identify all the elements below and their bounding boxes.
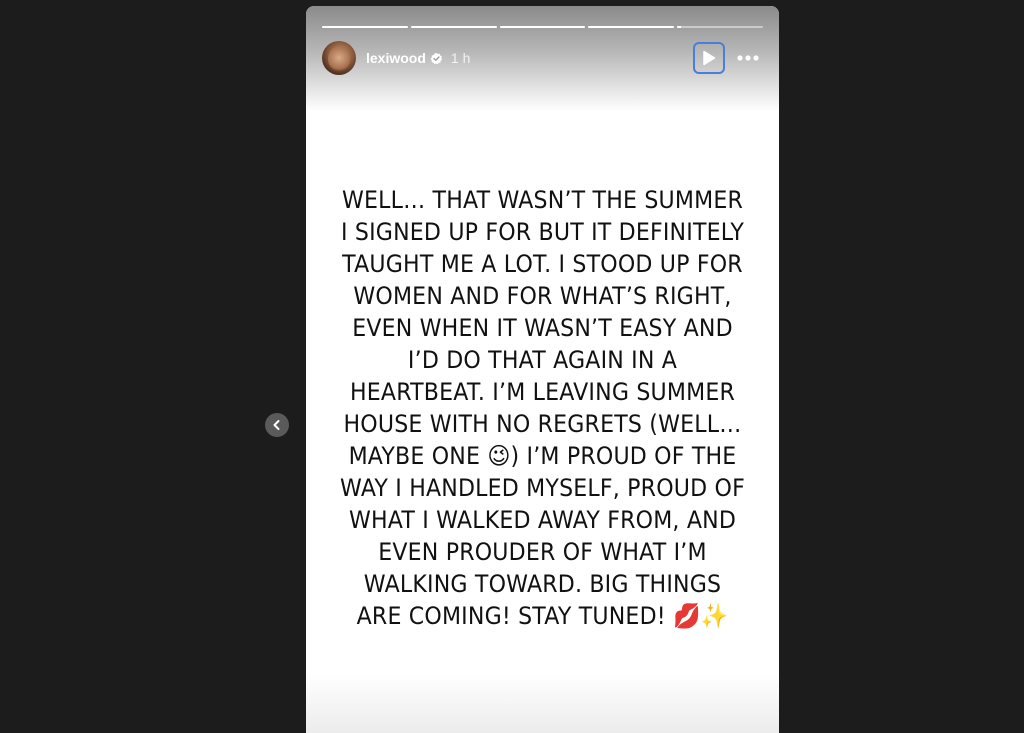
story-bottom-fade (306, 673, 779, 733)
progress-segment-fill (322, 26, 408, 28)
story-card[interactable]: lexiwood 1 h WELL… THAT WASN’T THE SUMME… (306, 6, 779, 733)
story-text: WELL… THAT WASN’T THE SUMMER I SIGNED UP… (340, 186, 745, 630)
chevron-left-icon (273, 420, 280, 430)
progress-segment-fill (588, 26, 675, 28)
progress-segment (410, 26, 497, 28)
previous-story-button[interactable] (265, 413, 289, 437)
more-options-button[interactable] (733, 43, 763, 73)
story-header: lexiwood 1 h (322, 40, 763, 76)
progress-segment (499, 26, 586, 28)
play-button[interactable] (693, 42, 725, 74)
play-icon (703, 50, 716, 66)
story-timestamp: 1 h (450, 50, 471, 66)
verified-badge-icon (430, 52, 442, 64)
story-viewer: lexiwood 1 h WELL… THAT WASN’T THE SUMME… (0, 0, 1024, 733)
progress-segment (677, 26, 763, 28)
story-progress-bar (322, 26, 763, 28)
avatar[interactable] (322, 41, 356, 75)
progress-segment-fill (499, 26, 586, 28)
username[interactable]: lexiwood (366, 50, 426, 66)
progress-segment-fill (410, 26, 497, 28)
progress-segment-fill (677, 26, 682, 28)
progress-segment (588, 26, 675, 28)
more-options-icon (737, 55, 759, 61)
progress-segment (322, 26, 408, 28)
